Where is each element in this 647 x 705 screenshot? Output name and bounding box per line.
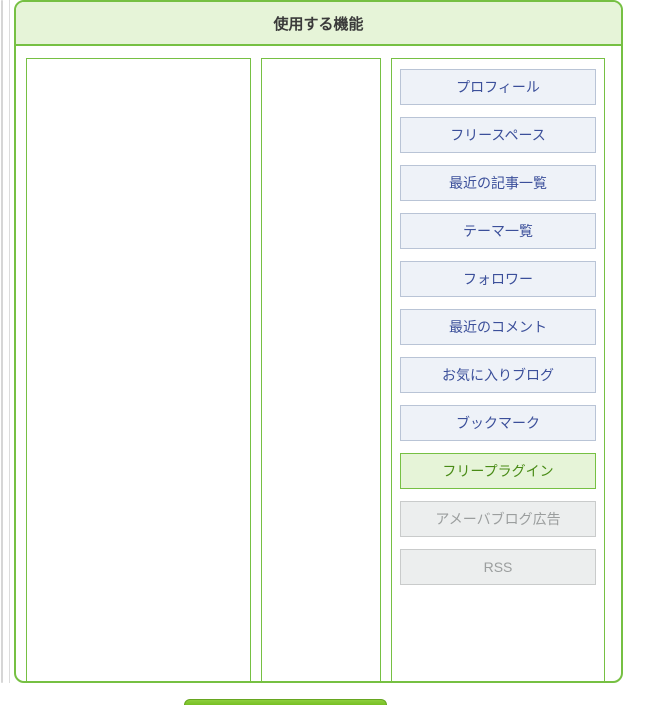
module-recent-articles[interactable]: 最近の記事一覧 [400,165,596,201]
module-theme-list[interactable]: テーマ一覧 [400,213,596,249]
module-rss: RSS [400,549,596,585]
module-followers[interactable]: フォロワー [400,261,596,297]
module-free-plugin[interactable]: フリープラグイン [400,453,596,489]
features-panel: 使用する機能 プロフィール フリースペース 最近の記事一覧 テーマ一覧 フォロワ… [14,0,623,683]
module-favorite-blogs[interactable]: お気に入りブログ [400,357,596,393]
layout-drop-zone-2[interactable] [261,58,381,681]
save-button[interactable] [184,699,387,705]
module-freespace[interactable]: フリースペース [400,117,596,153]
module-palette[interactable]: プロフィール フリースペース 最近の記事一覧 テーマ一覧 フォロワー 最近のコメ… [391,58,605,681]
left-panel-edge [1,0,3,683]
module-recent-comments[interactable]: 最近のコメント [400,309,596,345]
module-ameba-ads: アメーバブログ広告 [400,501,596,537]
module-bookmarks[interactable]: ブックマーク [400,405,596,441]
left-panel-seam [9,0,10,683]
panel-body: プロフィール フリースペース 最近の記事一覧 テーマ一覧 フォロワー 最近のコメ… [16,46,621,681]
module-profile[interactable]: プロフィール [400,69,596,105]
layout-drop-zone-1[interactable] [26,58,251,681]
panel-title: 使用する機能 [16,2,621,46]
